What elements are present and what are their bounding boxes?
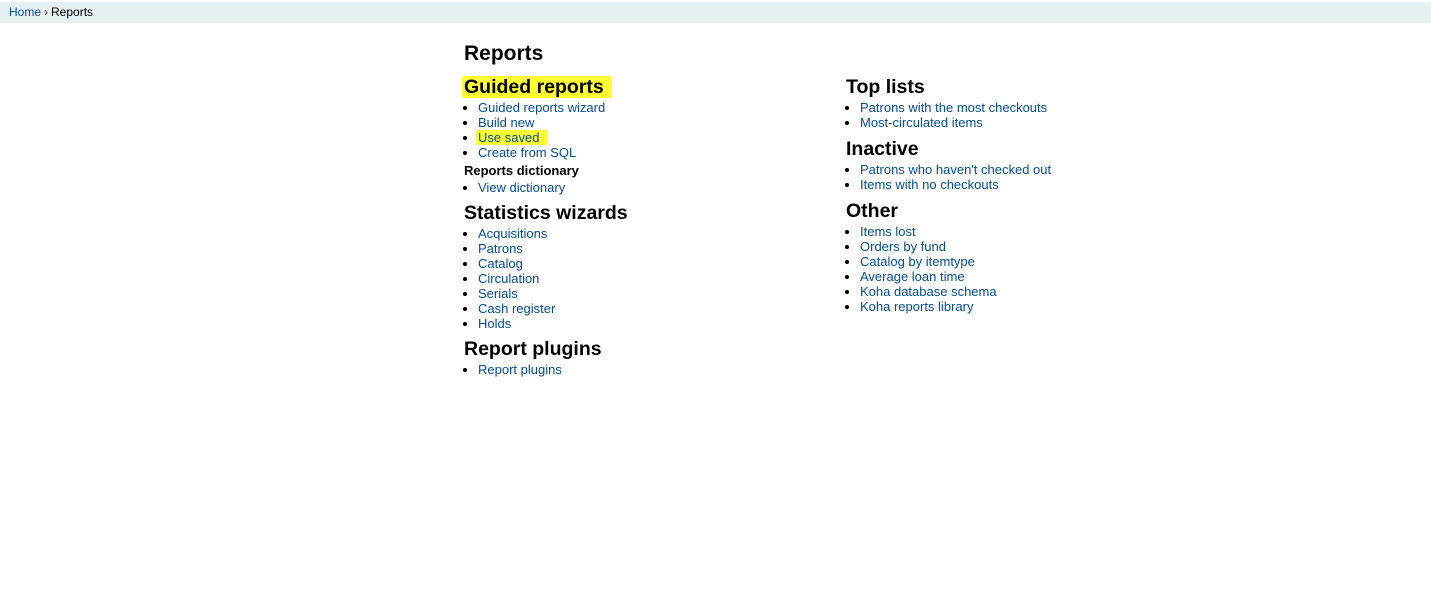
- breadcrumb-separator: ›: [44, 5, 49, 19]
- list-item: Most-circulated items: [860, 115, 1206, 130]
- holds-link[interactable]: Holds: [478, 316, 511, 331]
- list-item: View dictionary: [478, 180, 824, 195]
- list-item: Report plugins: [478, 362, 824, 377]
- serials-link[interactable]: Serials: [478, 286, 518, 301]
- list-item: Koha database schema: [860, 284, 1206, 299]
- guided-reports-wizard-link[interactable]: Guided reports wizard: [478, 100, 605, 115]
- right-column: Top lists Patrons with the most checkout…: [846, 74, 1206, 314]
- list-item: Orders by fund: [860, 239, 1206, 254]
- patrons-not-checked-out-link[interactable]: Patrons who haven't checked out: [860, 162, 1051, 177]
- list-item: Items with no checkouts: [860, 177, 1206, 192]
- breadcrumb-home-link[interactable]: Home: [9, 5, 41, 19]
- list-item: Serials: [478, 286, 824, 301]
- other-list: Items lost Orders by fund Catalog by ite…: [846, 224, 1206, 314]
- most-circulated-items-link[interactable]: Most-circulated items: [860, 115, 983, 130]
- breadcrumb: Home › Reports: [0, 2, 1431, 23]
- list-item: Catalog by itemtype: [860, 254, 1206, 269]
- catalog-by-itemtype-link[interactable]: Catalog by itemtype: [860, 254, 975, 269]
- list-item: Patrons: [478, 241, 824, 256]
- inactive-list: Patrons who haven't checked out Items wi…: [846, 162, 1206, 192]
- list-item: Acquisitions: [478, 226, 824, 241]
- reports-dictionary-list: View dictionary: [464, 180, 824, 195]
- list-item: Cash register: [478, 301, 824, 316]
- list-item: Patrons who haven't checked out: [860, 162, 1206, 177]
- build-new-link[interactable]: Build new: [478, 115, 534, 130]
- section-guided-reports-title: Guided reports: [462, 76, 612, 98]
- list-item: Build new: [478, 115, 824, 130]
- list-item: Holds: [478, 316, 824, 331]
- catalog-link[interactable]: Catalog: [478, 256, 523, 271]
- section-other-title: Other: [846, 200, 899, 222]
- statistics-wizards-list: Acquisitions Patrons Catalog Circulation…: [464, 226, 824, 331]
- section-guided-reports: Guided reports: [462, 74, 824, 100]
- list-item: Catalog: [478, 256, 824, 271]
- top-lists-list: Patrons with the most checkouts Most-cir…: [846, 100, 1206, 130]
- left-column: Guided reports Guided reports wizard Bui…: [462, 74, 824, 377]
- section-reports-dictionary-title: Reports dictionary: [464, 163, 579, 178]
- circulation-link[interactable]: Circulation: [478, 271, 539, 286]
- section-inactive-title: Inactive: [846, 138, 919, 160]
- list-item: Koha reports library: [860, 299, 1206, 314]
- koha-reports-library-link[interactable]: Koha reports library: [860, 299, 973, 314]
- list-item: Create from SQL: [478, 145, 824, 160]
- items-no-checkouts-link[interactable]: Items with no checkouts: [860, 177, 999, 192]
- section-statistics-wizards-title: Statistics wizards: [464, 202, 628, 224]
- report-plugins-link[interactable]: Report plugins: [478, 362, 562, 377]
- view-dictionary-link[interactable]: View dictionary: [478, 180, 565, 195]
- acquisitions-link[interactable]: Acquisitions: [478, 226, 547, 241]
- list-item: Guided reports wizard: [478, 100, 824, 115]
- use-saved-link[interactable]: Use saved: [476, 130, 549, 145]
- list-item: Patrons with the most checkouts: [860, 100, 1206, 115]
- section-top-lists-title: Top lists: [846, 76, 925, 98]
- cash-register-link[interactable]: Cash register: [478, 301, 555, 316]
- guided-reports-list: Guided reports wizard Build new Use save…: [464, 100, 824, 160]
- report-plugins-list: Report plugins: [464, 362, 824, 377]
- breadcrumb-current: Reports: [51, 5, 94, 19]
- items-lost-link[interactable]: Items lost: [860, 224, 916, 239]
- average-loan-time-link[interactable]: Average loan time: [860, 269, 965, 284]
- page-title: Reports: [464, 42, 544, 65]
- list-item: Average loan time: [860, 269, 1206, 284]
- list-item: Items lost: [860, 224, 1206, 239]
- section-report-plugins-title: Report plugins: [464, 338, 602, 360]
- list-item: Use saved: [476, 130, 824, 145]
- patrons-most-checkouts-link[interactable]: Patrons with the most checkouts: [860, 100, 1047, 115]
- koha-database-schema-link[interactable]: Koha database schema: [860, 284, 997, 299]
- orders-by-fund-link[interactable]: Orders by fund: [860, 239, 946, 254]
- create-from-sql-link[interactable]: Create from SQL: [478, 145, 576, 160]
- patrons-link[interactable]: Patrons: [478, 241, 523, 256]
- list-item: Circulation: [478, 271, 824, 286]
